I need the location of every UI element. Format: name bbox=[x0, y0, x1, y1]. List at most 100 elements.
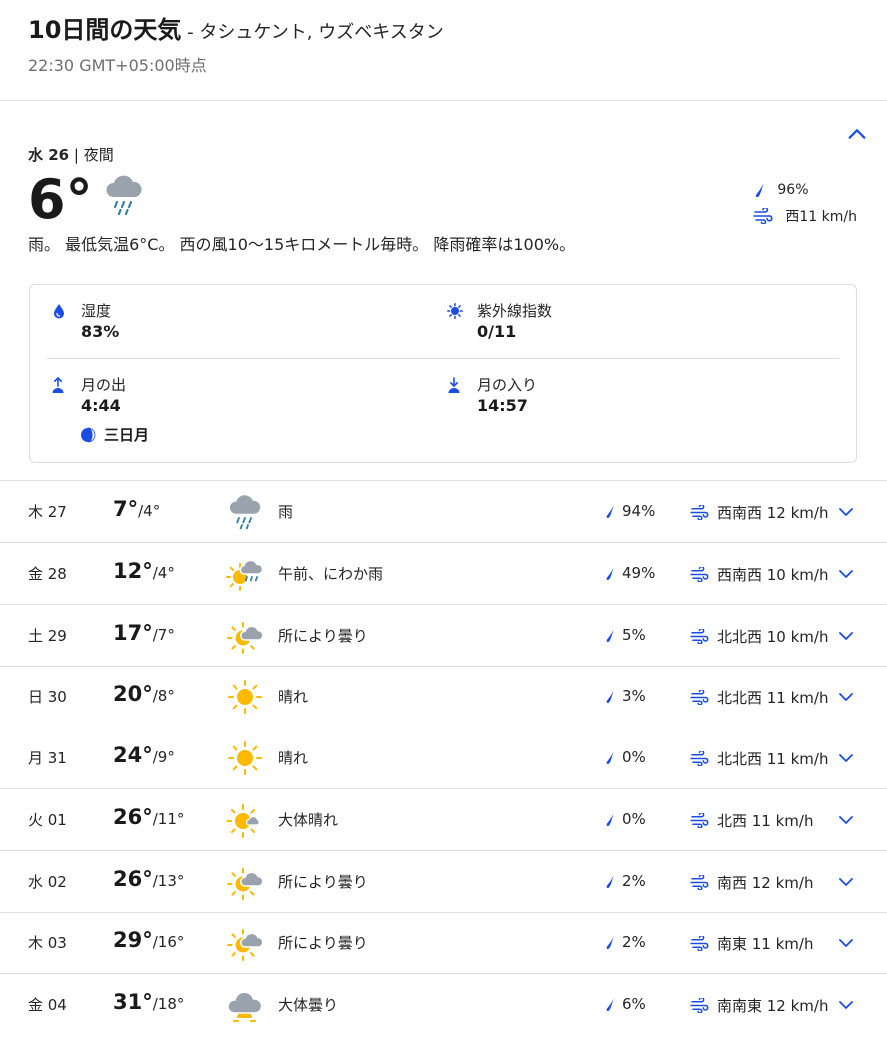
daily-forecast-row[interactable]: 水 02 26°/13° 所により曇り 2% 南西 12 km/h bbox=[0, 851, 887, 913]
row-precip-value: 2% bbox=[622, 872, 646, 890]
chevron-down-icon[interactable] bbox=[837, 934, 855, 952]
chevron-down-icon[interactable] bbox=[837, 749, 855, 767]
daily-forecast-row[interactable]: 金 28 12°/4° 午前、にわか雨 49% 西南西 10 km/h bbox=[0, 543, 887, 605]
daily-forecast-row[interactable]: 火 01 26°/11° 大体晴れ 0% 北西 11 km/h bbox=[0, 789, 887, 851]
updated-timestamp: 22:30 GMT+05:00時点 bbox=[28, 56, 207, 75]
wind-icon bbox=[690, 690, 709, 705]
chevron-up-icon[interactable] bbox=[846, 123, 868, 145]
chevron-down-icon[interactable] bbox=[837, 627, 855, 645]
row-wind-value: 北北西 10 km/h bbox=[717, 628, 829, 646]
row-wind: 南南東 12 km/h bbox=[690, 995, 828, 1016]
chevron-down-icon[interactable] bbox=[837, 688, 855, 706]
row-precip: 94% bbox=[604, 502, 655, 520]
rain-cloud-icon bbox=[226, 493, 264, 531]
moonset-value: 14:57 bbox=[477, 396, 528, 415]
mostly-cloudy-icon bbox=[226, 986, 264, 1024]
row-high-temp: 20° bbox=[113, 682, 153, 706]
moonrise-cell: 月の出 4:44 bbox=[52, 375, 126, 417]
row-date: 木 27 bbox=[28, 503, 67, 521]
humidity-value: 83% bbox=[81, 322, 120, 341]
raindrop-icon bbox=[753, 182, 765, 198]
row-wind-value: 北西 11 km/h bbox=[717, 812, 814, 830]
location-name: - タシュケント, ウズベキスタン bbox=[181, 22, 444, 43]
partly-cloudy-icon bbox=[226, 617, 264, 655]
raindrop-icon bbox=[604, 689, 615, 704]
row-low-temp: /7° bbox=[152, 626, 175, 644]
details-card: 湿度 83% 紫外線指数 0/11 月の出 4:44 月の入り 14:57 三日… bbox=[29, 284, 857, 463]
wind-stat: 西11 km/h bbox=[753, 203, 857, 229]
row-precip-value: 0% bbox=[622, 748, 646, 766]
row-precip: 3% bbox=[604, 687, 646, 705]
daily-forecast-row[interactable]: 日 30 20°/8° 晴れ 3% 北北西 11 km/h bbox=[0, 666, 887, 728]
title-line: 10日間の天気 - タシュケント, ウズベキスタン bbox=[28, 10, 444, 45]
row-high-temp: 12° bbox=[113, 559, 153, 583]
row-wind-value: 北北西 11 km/h bbox=[717, 750, 829, 768]
uv-index-value: 0/11 bbox=[477, 322, 517, 341]
rain-cloud-icon bbox=[104, 171, 144, 219]
row-precip-value: 5% bbox=[622, 626, 646, 644]
row-wind: 北北西 11 km/h bbox=[690, 687, 828, 708]
partly-cloudy-icon bbox=[226, 863, 264, 901]
wind-icon bbox=[690, 813, 709, 828]
chevron-down-icon[interactable] bbox=[837, 503, 855, 521]
humidity-cell: 湿度 83% bbox=[54, 301, 120, 343]
raindrop-icon bbox=[604, 935, 615, 950]
row-date: 水 02 bbox=[28, 873, 67, 891]
row-condition: 所により曇り bbox=[278, 934, 368, 952]
row-precip: 2% bbox=[604, 872, 646, 890]
chevron-down-icon[interactable] bbox=[837, 811, 855, 829]
row-high-temp: 17° bbox=[113, 621, 153, 645]
precip-stat: 96% bbox=[753, 177, 857, 203]
moonset-icon bbox=[448, 377, 460, 393]
chevron-down-icon[interactable] bbox=[837, 996, 855, 1014]
row-low-temp: /11° bbox=[152, 810, 185, 828]
row-precip: 5% bbox=[604, 626, 646, 644]
row-date: 木 03 bbox=[28, 934, 67, 952]
row-precip-value: 94% bbox=[622, 502, 656, 520]
row-wind: 北西 11 km/h bbox=[690, 810, 813, 831]
row-condition: 所により曇り bbox=[278, 873, 368, 891]
daily-forecast-row[interactable]: 木 27 7°/4° 雨 94% 西南西 12 km/h bbox=[0, 481, 887, 543]
row-low-temp: /4° bbox=[152, 564, 175, 582]
row-wind: 西南西 10 km/h bbox=[690, 564, 828, 585]
wind-icon bbox=[690, 751, 709, 766]
chevron-down-icon[interactable] bbox=[837, 565, 855, 583]
row-high-temp: 26° bbox=[113, 805, 153, 829]
row-high-temp: 24° bbox=[113, 743, 153, 767]
row-temperatures: 17°/7° bbox=[113, 621, 175, 645]
raindrop-icon bbox=[604, 750, 615, 765]
row-high-temp: 31° bbox=[113, 990, 153, 1014]
raindrop-icon bbox=[604, 812, 615, 827]
daily-forecast-row[interactable]: 月 31 24°/9° 晴れ 0% 北北西 11 km/h bbox=[0, 727, 887, 789]
row-low-temp: /8° bbox=[152, 687, 175, 705]
daily-forecast-row[interactable]: 金 04 31°/18° 大体曇り 6% 南南東 12 km/h bbox=[0, 974, 887, 1036]
current-temperature: 6° bbox=[28, 168, 93, 231]
row-temperatures: 24°/9° bbox=[113, 743, 175, 767]
row-precip-value: 2% bbox=[622, 933, 646, 951]
chevron-down-icon[interactable] bbox=[837, 873, 855, 891]
row-precip: 2% bbox=[604, 933, 646, 951]
daily-forecast-row[interactable]: 土 29 17°/7° 所により曇り 5% 北北西 10 km/h bbox=[0, 605, 887, 667]
humidity-label: 湿度 bbox=[81, 302, 112, 320]
row-temperatures: 26°/11° bbox=[113, 805, 184, 829]
sun-icon bbox=[226, 739, 264, 777]
wind-icon bbox=[690, 936, 709, 951]
moonrise-icon bbox=[52, 377, 64, 393]
current-day-name: 水 26 bbox=[28, 146, 70, 164]
row-wind: 北北西 11 km/h bbox=[690, 748, 828, 769]
moonset-cell: 月の入り 14:57 bbox=[448, 375, 537, 417]
weather-narrative: 雨。 最低気温6°C。 西の風10～15キロメートル毎時。 降雨確率は100%。 bbox=[28, 235, 576, 254]
card-divider bbox=[47, 358, 839, 359]
row-temperatures: 20°/8° bbox=[113, 682, 175, 706]
row-precip-value: 3% bbox=[622, 687, 646, 705]
row-date: 金 04 bbox=[28, 996, 67, 1014]
row-date: 金 28 bbox=[28, 565, 67, 583]
row-condition: 大体晴れ bbox=[278, 811, 339, 829]
row-wind-value: 北北西 11 km/h bbox=[717, 689, 829, 707]
row-precip-value: 49% bbox=[622, 564, 656, 582]
daily-forecast-row[interactable]: 木 03 29°/16° 所により曇り 2% 南東 11 km/h bbox=[0, 912, 887, 974]
row-low-temp: /18° bbox=[152, 995, 185, 1013]
row-precip: 0% bbox=[604, 810, 646, 828]
raindrop-icon bbox=[604, 628, 615, 643]
row-wind-value: 南西 12 km/h bbox=[717, 874, 814, 892]
